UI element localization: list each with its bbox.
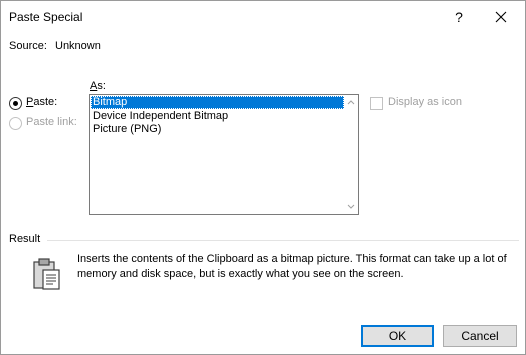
result-divider bbox=[47, 240, 519, 241]
paste-radio-label[interactable]: Paste: bbox=[26, 96, 57, 108]
scroll-up-icon[interactable] bbox=[347, 99, 355, 105]
list-item-picture-png[interactable]: Picture (PNG) bbox=[91, 123, 161, 136]
paste-link-label: Paste link: bbox=[26, 116, 77, 128]
list-item-bitmap[interactable]: Bitmap bbox=[91, 96, 344, 109]
result-description: Inserts the contents of the Clipboard as… bbox=[77, 253, 507, 280]
as-listbox[interactable]: Bitmap Device Independent Bitmap Picture… bbox=[89, 94, 359, 215]
scroll-down-icon[interactable] bbox=[347, 204, 355, 210]
title-bar: Paste Special ? bbox=[1, 1, 525, 32]
close-button[interactable] bbox=[489, 6, 513, 28]
as-label: As: bbox=[90, 80, 106, 92]
list-item-device-independent-bitmap[interactable]: Device Independent Bitmap bbox=[91, 110, 228, 123]
paste-link-radio[interactable] bbox=[9, 117, 22, 130]
paste-special-dialog: Paste Special ? Source: Unknown Paste: P… bbox=[0, 0, 526, 355]
close-icon bbox=[495, 11, 507, 23]
result-label: Result bbox=[9, 233, 41, 245]
ok-button[interactable]: OK bbox=[361, 325, 434, 347]
paste-radio-label-rest: aste: bbox=[33, 96, 58, 108]
display-as-icon-label: Display as icon bbox=[388, 96, 462, 108]
paste-radio[interactable] bbox=[9, 97, 22, 110]
display-as-icon-checkbox[interactable] bbox=[370, 97, 383, 110]
clipboard-icon bbox=[33, 258, 60, 290]
window-title: Paste Special bbox=[9, 10, 83, 24]
source-value: Unknown bbox=[55, 40, 101, 52]
source-label: Source: bbox=[9, 40, 47, 52]
listbox-scrollbar[interactable] bbox=[344, 95, 358, 214]
cancel-button[interactable]: Cancel bbox=[443, 325, 517, 347]
help-button[interactable]: ? bbox=[449, 7, 469, 27]
